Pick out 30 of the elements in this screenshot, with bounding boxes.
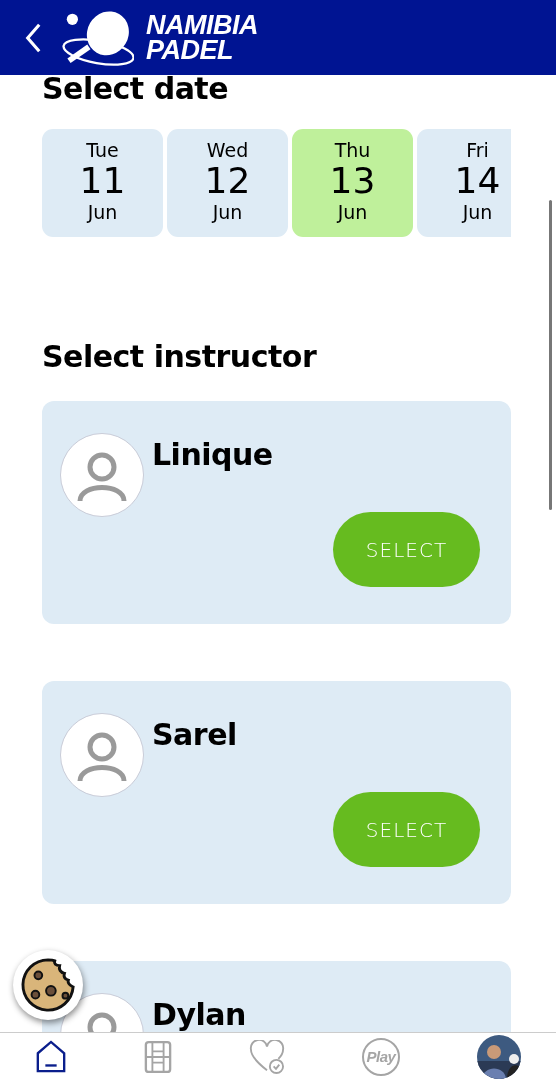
date-card[interactable]: Thu 13 Jun [292,129,413,237]
month: Jun [212,201,243,223]
month: Jun [462,201,493,223]
weekday: Wed [206,139,249,161]
date-card[interactable]: Tue 11 Jun [42,129,163,237]
instructor-name: Dylan [152,997,246,1032]
day-number: 12 [204,161,251,201]
day-number: 11 [79,161,126,201]
back-icon[interactable] [24,21,42,54]
date-card[interactable]: Fri 14 Jun [417,129,511,237]
instructor-name: Linique [152,437,273,472]
month: Jun [337,201,368,223]
date-card[interactable]: Wed 12 Jun [167,129,288,237]
day-number: 13 [329,161,376,201]
month: Jun [87,201,118,223]
section-heading: Select instructor [42,343,318,371]
logo-text: PADEL [146,37,233,63]
weekday: Fri [466,139,489,161]
avatar-icon [60,433,144,517]
weekday: Thu [334,139,371,161]
instructor-name: Sarel [152,717,237,752]
weekday: Tue [86,139,119,161]
cookie-icon [19,956,77,1014]
day-number: 14 [454,161,501,201]
heart-check-icon[interactable] [249,1039,285,1074]
section-heading: Select date [42,75,230,103]
cookie-button[interactable] [13,950,83,1020]
home-icon[interactable] [35,1039,67,1074]
logo-text: NAMIBIA [146,12,258,38]
avatar-icon [60,713,144,797]
